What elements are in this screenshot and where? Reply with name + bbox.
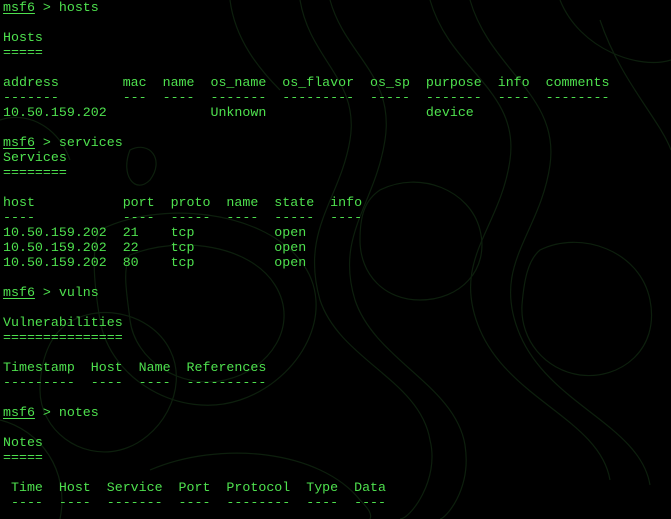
output-line: 10.50.159.202 Unknown device [3,105,474,120]
prompt-label: msf6 [3,135,35,150]
output-line: ------- --- ---- ------- --------- -----… [3,90,610,105]
output-line: 10.50.159.202 22 tcp open [3,240,307,255]
terminal-output: msf6 > hosts Hosts ===== address mac name o… [3,0,609,510]
output-line: Notes [3,435,43,450]
output-line: Time Host Service Port Protocol Type Dat… [3,480,387,495]
output-line: address mac name os_name os_flavor os_sp… [3,75,610,90]
output-line: =============== [3,330,123,345]
output-line: ---- ---- ----- ---- ----- ---- [3,210,363,225]
output-line: host port proto name state info [3,195,363,210]
output-line: Hosts [3,30,43,45]
prompt-label: msf6 [3,0,35,15]
output-line: Vulnerabilities [3,315,123,330]
output-line: 10.50.159.202 21 tcp open [3,225,307,240]
prompt-label: msf6 [3,285,35,300]
terminal-window[interactable]: msf6 > hosts Hosts ===== address mac name o… [0,0,671,519]
command-text: > vulns [34,285,99,300]
output-line: ---- ---- ------- ---- -------- ---- ---… [3,495,387,510]
output-line: Timestamp Host Name References [3,360,267,375]
output-line: ===== [3,450,43,465]
prompt-label: msf6 [3,405,35,420]
output-line: Services [3,150,67,165]
output-line: ======== [3,165,67,180]
command-line: msf6 > notes [3,405,609,420]
command-line: msf6 > hosts [3,0,609,15]
command-text: > notes [34,405,99,420]
output-line: ===== [3,45,43,60]
output-line: --------- ---- ---- ---------- [3,375,267,390]
command-text: > services [34,135,123,150]
output-line: 10.50.159.202 80 tcp open [3,255,307,270]
command-line: msf6 > vulns [3,285,609,300]
command-text: > hosts [34,0,99,15]
command-line: msf6 > services [3,135,609,150]
